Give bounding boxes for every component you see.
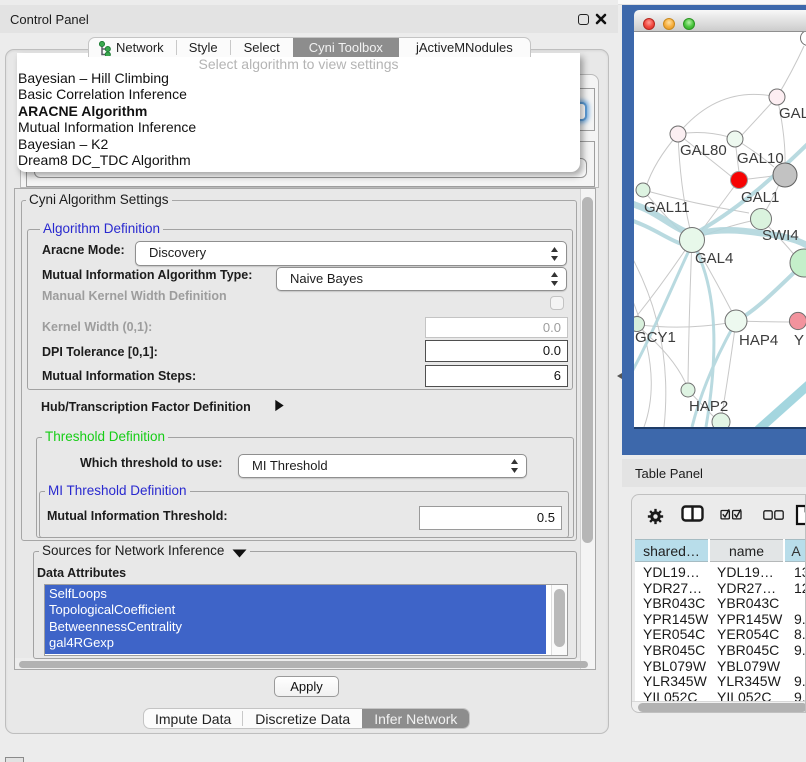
svg-text:SWI4: SWI4 [762,227,799,244]
svg-text:GAL10: GAL10 [737,150,784,167]
svg-text:GCY1: GCY1 [635,329,676,346]
svg-text:GAL80: GAL80 [680,142,727,159]
svg-text:Y: Y [794,332,804,349]
svg-text:GAL11: GAL11 [644,199,690,216]
svg-text:GAL: GAL [779,105,806,122]
svg-text:GAL1: GAL1 [741,189,779,206]
svg-text:HAP4: HAP4 [739,332,778,349]
svg-text:GAL4: GAL4 [695,250,733,267]
svg-text:HAP2: HAP2 [689,398,728,415]
